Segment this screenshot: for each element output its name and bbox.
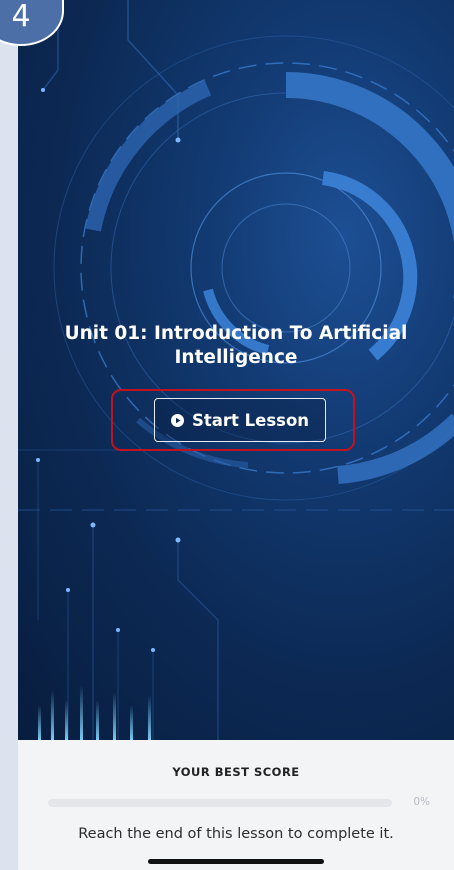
- best-score-percent: 0%: [413, 796, 430, 808]
- play-circle-icon: [170, 413, 184, 427]
- start-lesson-label: Start Lesson: [191, 410, 310, 430]
- best-score-title: YOUR BEST SCORE: [172, 765, 300, 779]
- lesson-hero: Unit 01: Introduction To Artificial Inte…: [18, 0, 454, 740]
- score-panel: YOUR BEST SCORE 0% Reach the end of this…: [18, 740, 454, 870]
- home-indicator[interactable]: [148, 859, 324, 864]
- completion-hint: Reach the end of this lesson to complete…: [78, 826, 394, 842]
- start-lesson-button[interactable]: Start Lesson: [154, 398, 326, 442]
- app-screen: Unit 01: Introduction To Artificial Inte…: [18, 0, 454, 870]
- lesson-title: Unit 01: Introduction To Artificial Inte…: [64, 323, 408, 368]
- best-score-progress-bar: [48, 799, 392, 807]
- tech-circle-artwork: [18, 0, 454, 740]
- step-number: 4: [11, 0, 31, 34]
